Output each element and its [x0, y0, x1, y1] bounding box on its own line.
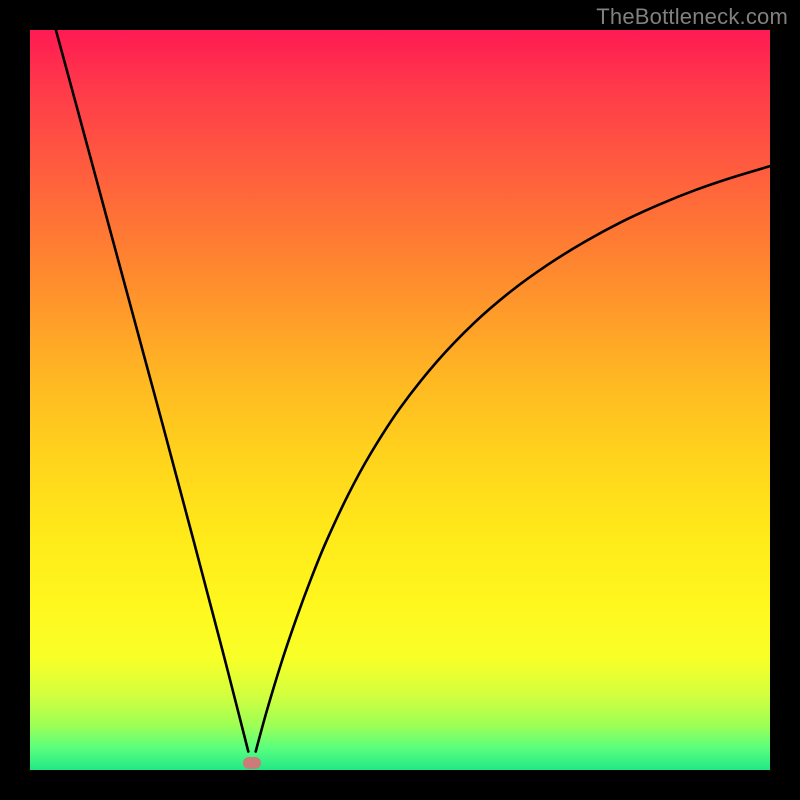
bottleneck-marker	[243, 757, 261, 769]
chart-container: TheBottleneck.com	[0, 0, 800, 800]
left-branch-curve	[56, 30, 248, 752]
curve-svg	[30, 30, 770, 770]
right-branch-curve	[256, 166, 770, 751]
watermark-label: TheBottleneck.com	[596, 4, 788, 30]
plot-area	[30, 30, 770, 770]
